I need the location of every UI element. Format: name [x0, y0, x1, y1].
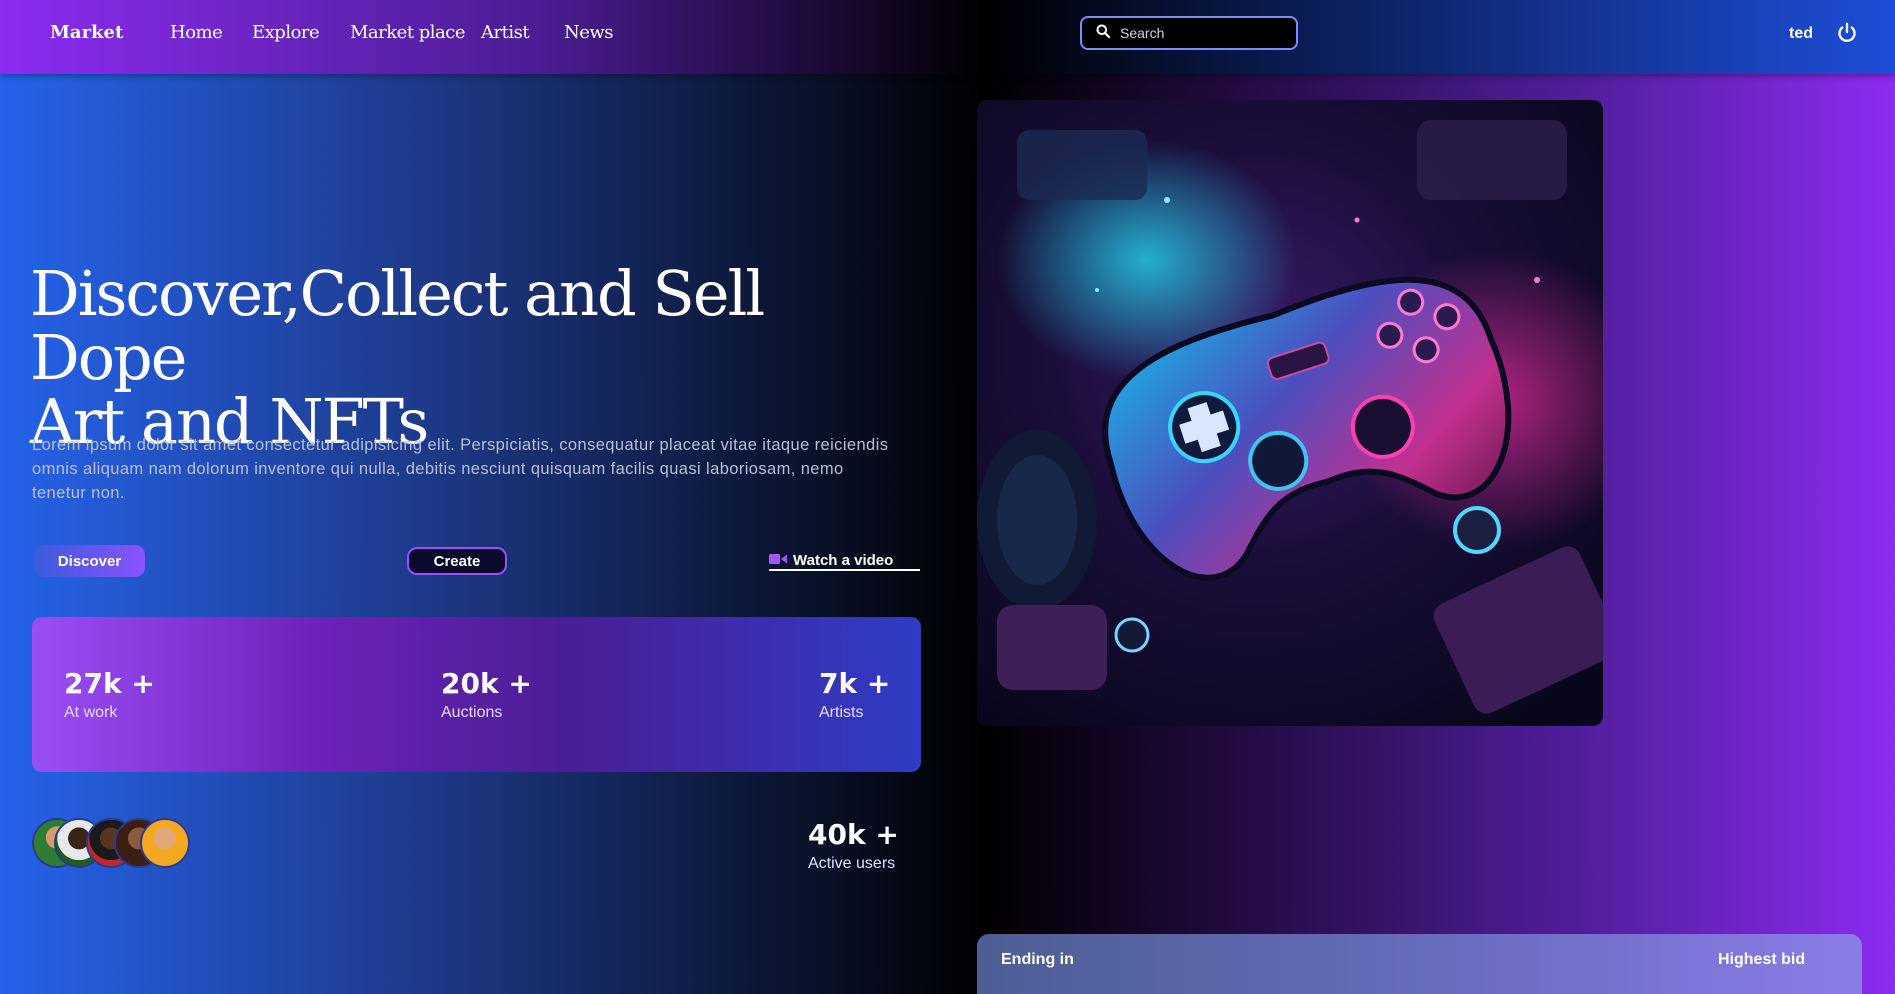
hero-title-line-1: Discover,Collect and Sell Dope [30, 257, 765, 394]
search-icon [1096, 24, 1111, 43]
nav-link-market-place[interactable]: Market place [350, 22, 466, 43]
nav-link-artist[interactable]: Artist [481, 22, 530, 43]
stat-label: At work [64, 704, 118, 721]
active-users-stat: 40k + Active users [808, 818, 899, 873]
hero-nft-image[interactable] [977, 100, 1603, 726]
stat-value: 27k + [64, 667, 155, 700]
create-button[interactable]: Create [407, 547, 507, 575]
stat-value: 7k + [819, 667, 891, 700]
nav-link-explore[interactable]: Explore [252, 22, 320, 43]
search-input[interactable] [1118, 24, 1282, 42]
avatar[interactable] [140, 818, 190, 868]
stats-card: 27k + At work 20k + Auctions 7k + Artist… [32, 617, 921, 772]
auction-card: Ending in Highest bid [977, 934, 1862, 994]
watch-video-link[interactable]: Watch a video [769, 551, 920, 571]
stat-at-work: 27k + At work [64, 667, 155, 722]
video-camera-icon [769, 552, 793, 569]
power-icon[interactable] [1836, 22, 1858, 49]
highest-bid-label: Highest bid [1718, 951, 1806, 968]
navbar: Market Home Explore Market place Artist … [0, 0, 1895, 74]
discover-button[interactable]: Discover [34, 545, 145, 577]
stat-value: 20k + [441, 667, 532, 700]
active-users-value: 40k + [808, 818, 899, 851]
stat-artists: 7k + Artists [819, 667, 890, 722]
watch-video-label: Watch a video [793, 551, 894, 569]
ending-in-label: Ending in [1001, 951, 1074, 968]
user-name[interactable]: ted [1789, 25, 1813, 43]
stat-auctions: 20k + Auctions [441, 667, 532, 722]
gamepad-artwork [977, 100, 1603, 726]
nav-link-home[interactable]: Home [170, 22, 223, 43]
stat-label: Artists [819, 704, 864, 721]
brand-logo[interactable]: Market [50, 22, 123, 43]
hero-description: Lorem ipsum dolor sit amet consectetur a… [32, 436, 889, 502]
search-box [1080, 16, 1298, 50]
active-users-label: Active users [808, 855, 896, 872]
nav-link-news[interactable]: News [564, 22, 614, 43]
hero-title: Discover,Collect and Sell Dope Art and N… [30, 262, 910, 454]
stat-label: Auctions [441, 704, 503, 721]
